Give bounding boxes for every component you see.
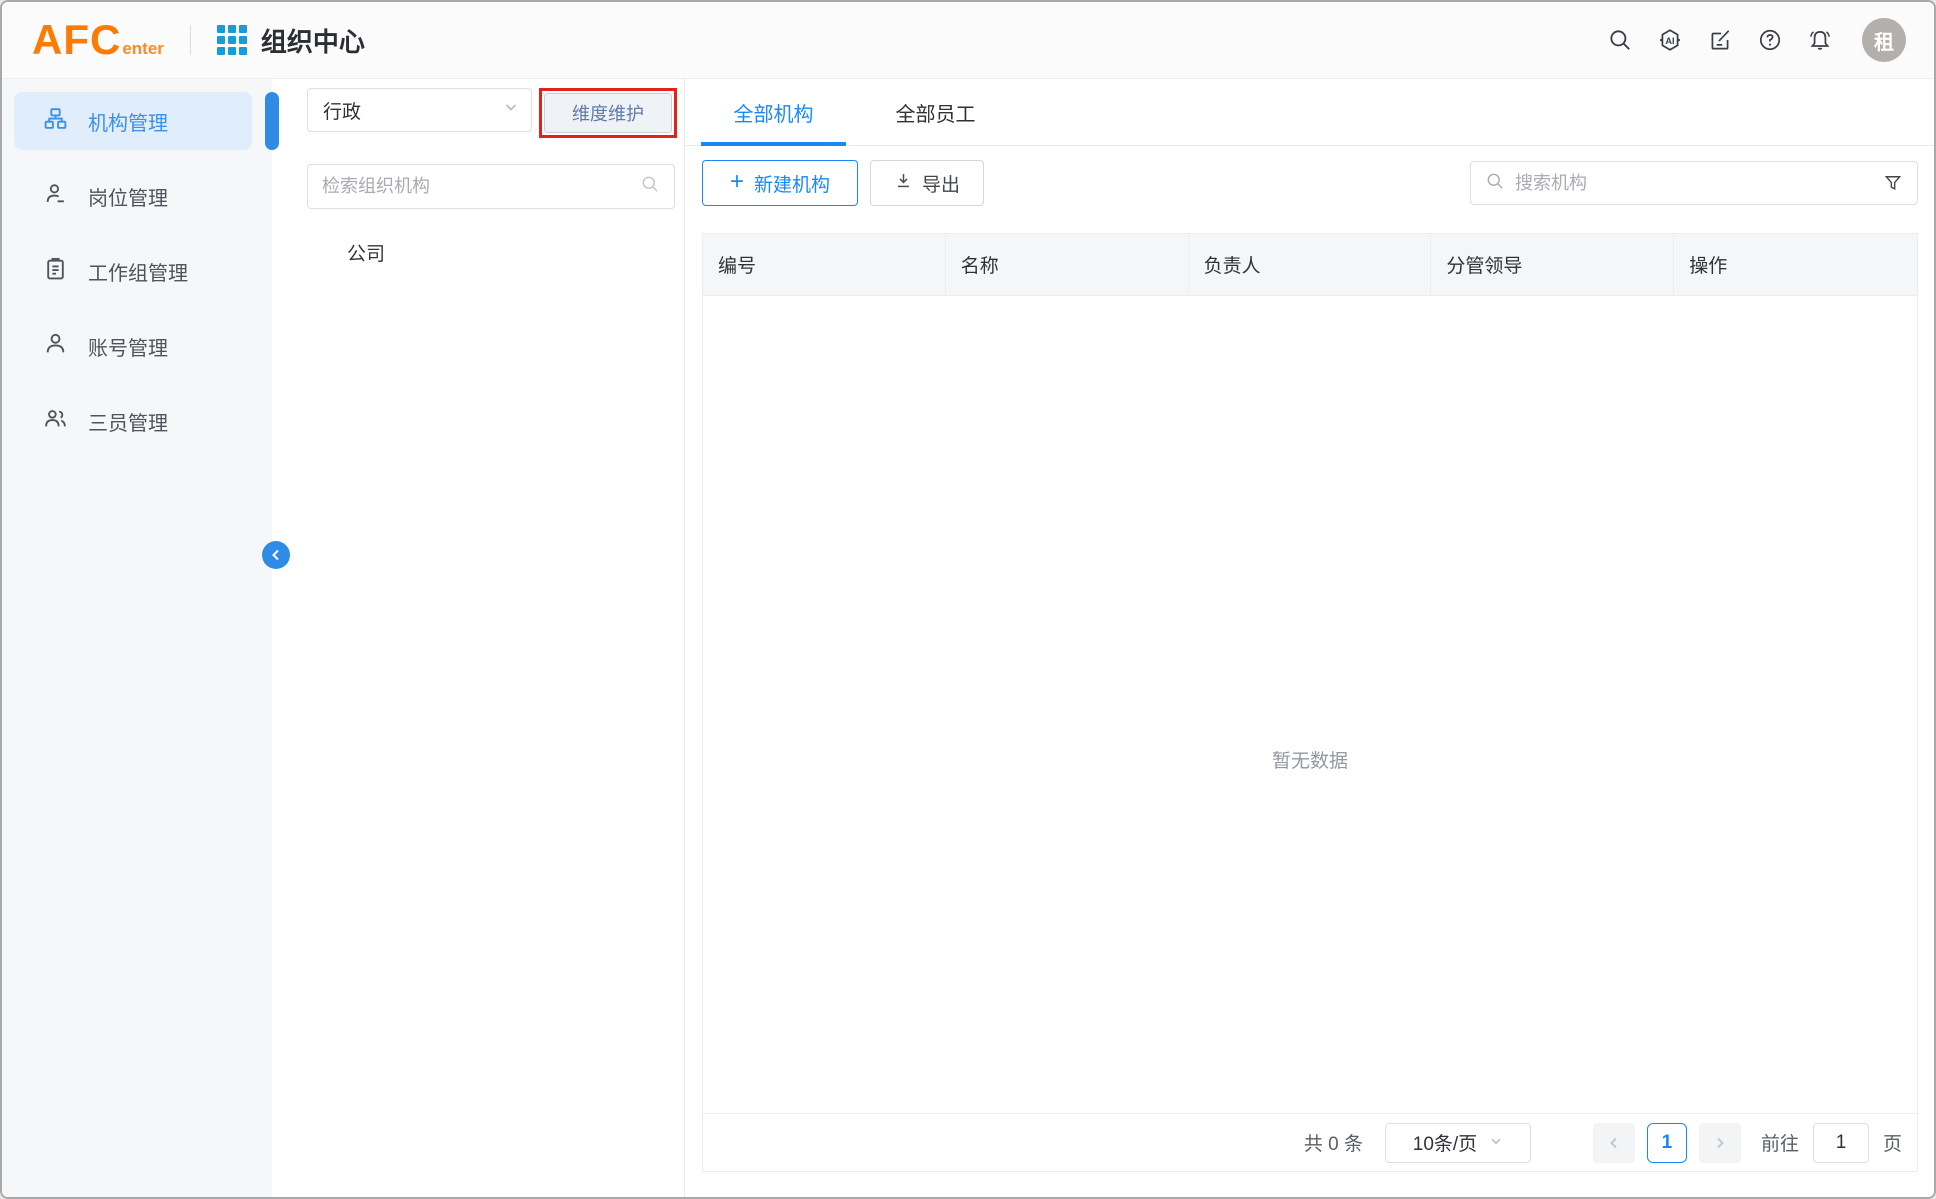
header-actions: AI xyxy=(1606,18,1906,62)
sidebar-item-label: 三员管理 xyxy=(88,407,168,436)
sidebar-item-workgroup-management[interactable]: 工作组管理 xyxy=(14,242,252,300)
help-icon[interactable] xyxy=(1756,26,1784,54)
app-window: AFC enter 组织中心 AI xyxy=(0,0,1936,1199)
search-icon[interactable] xyxy=(1606,26,1634,54)
sidebar-item-admins-management[interactable]: 三员管理 xyxy=(14,392,252,450)
sidebar-nav: 机构管理 岗位管理 xyxy=(2,79,272,1197)
search-icon xyxy=(640,174,660,199)
page-suffix-label: 页 xyxy=(1883,1129,1902,1156)
plus-icon: + xyxy=(730,170,744,194)
org-tree-search-box xyxy=(307,164,675,209)
goto-page-input[interactable] xyxy=(1813,1123,1869,1163)
sidebar-item-position-management[interactable]: 岗位管理 xyxy=(14,167,252,225)
chevron-down-icon xyxy=(1489,1132,1503,1154)
tree-node-company[interactable]: 公司 xyxy=(272,239,684,266)
active-item-indicator xyxy=(265,92,279,150)
column-header-id: 编号 xyxy=(703,234,946,295)
tab-bar: 全部机构 全部员工 xyxy=(685,79,1934,146)
sidebar-item-label: 工作组管理 xyxy=(88,257,188,286)
app-grid-icon xyxy=(217,25,247,55)
dimension-select[interactable]: 行政 xyxy=(307,88,532,132)
org-search-box xyxy=(1470,161,1918,205)
org-tree-panel: 行政 维度维护 xyxy=(272,79,685,1197)
tab-all-employees[interactable]: 全部员工 xyxy=(863,79,1008,145)
admins-icon xyxy=(43,406,68,437)
sidebar-item-account-management[interactable]: 账号管理 xyxy=(14,317,252,375)
pagination-bar: 共 0 条 10条/页 1 xyxy=(703,1113,1917,1171)
prev-page-button[interactable] xyxy=(1593,1123,1635,1163)
sidebar-item-label: 机构管理 xyxy=(88,107,168,136)
column-header-name: 名称 xyxy=(946,234,1189,295)
sidebar-item-org-management[interactable]: 机构管理 xyxy=(14,92,252,150)
top-header: AFC enter 组织中心 AI xyxy=(2,2,1934,79)
logo-sub-text: enter xyxy=(122,39,164,59)
next-page-button[interactable] xyxy=(1699,1123,1741,1163)
logo-main-text: AFC xyxy=(32,16,121,64)
column-header-actions: 操作 xyxy=(1674,234,1917,295)
export-button-label: 导出 xyxy=(922,170,960,197)
user-avatar[interactable]: 租 xyxy=(1862,18,1906,62)
org-structure-icon xyxy=(43,106,68,137)
table-header-row: 编号 名称 负责人 分管领导 操作 xyxy=(703,234,1917,296)
table-body: 暂无数据 xyxy=(703,296,1917,1113)
main-content: 全部机构 全部员工 + 新建机构 导出 xyxy=(685,79,1934,1197)
position-icon xyxy=(43,181,68,212)
total-count-label: 共 0 条 xyxy=(1304,1129,1363,1156)
download-icon xyxy=(894,171,913,196)
account-icon xyxy=(43,331,68,362)
page-size-value: 10条/页 xyxy=(1413,1129,1477,1156)
annotation-highlight-box: 维度维护 xyxy=(539,88,677,138)
search-icon xyxy=(1485,171,1505,196)
tab-all-orgs[interactable]: 全部机构 xyxy=(701,79,846,145)
ai-assistant-icon[interactable]: AI xyxy=(1656,26,1684,54)
new-org-button-label: 新建机构 xyxy=(754,170,830,197)
notification-icon[interactable] xyxy=(1806,26,1834,54)
header-divider xyxy=(190,25,191,55)
afcenter-logo: AFC enter xyxy=(32,16,164,64)
filter-icon[interactable] xyxy=(1883,173,1903,193)
chevron-down-icon xyxy=(503,99,519,121)
org-tree-search-input[interactable] xyxy=(322,176,640,197)
workgroup-icon xyxy=(43,256,68,287)
empty-state-text: 暂无数据 xyxy=(1272,746,1348,773)
dimension-maintain-button[interactable]: 维度维护 xyxy=(544,93,672,133)
new-org-button[interactable]: + 新建机构 xyxy=(702,160,858,206)
goto-label: 前往 xyxy=(1761,1129,1799,1156)
sidebar-item-label: 岗位管理 xyxy=(88,182,168,211)
dimension-select-value: 行政 xyxy=(323,97,361,124)
org-search-input[interactable] xyxy=(1515,173,1873,194)
column-header-owner: 负责人 xyxy=(1189,234,1432,295)
svg-text:AI: AI xyxy=(1665,36,1674,46)
sidebar-item-label: 账号管理 xyxy=(88,332,168,361)
page-title: 组织中心 xyxy=(261,22,365,59)
org-table: 编号 名称 负责人 分管领导 操作 暂无数据 共 0 条 10条/页 xyxy=(702,233,1918,1172)
column-header-leader: 分管领导 xyxy=(1431,234,1674,295)
panel-collapse-button[interactable] xyxy=(262,541,290,569)
page-size-select[interactable]: 10条/页 xyxy=(1385,1123,1531,1163)
edit-note-icon[interactable] xyxy=(1706,26,1734,54)
export-button[interactable]: 导出 xyxy=(870,160,984,206)
current-page-button[interactable]: 1 xyxy=(1647,1123,1687,1163)
toolbar: + 新建机构 导出 xyxy=(685,146,1934,219)
